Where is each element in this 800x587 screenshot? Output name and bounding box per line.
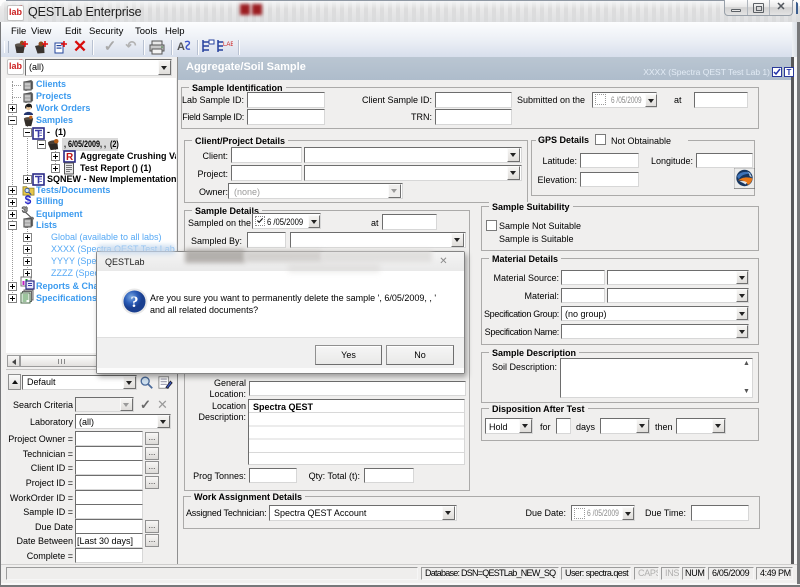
svg-text:A: A: [177, 41, 185, 53]
svg-text:?: ?: [131, 294, 139, 311]
svg-text:LAB: LAB: [223, 42, 233, 48]
